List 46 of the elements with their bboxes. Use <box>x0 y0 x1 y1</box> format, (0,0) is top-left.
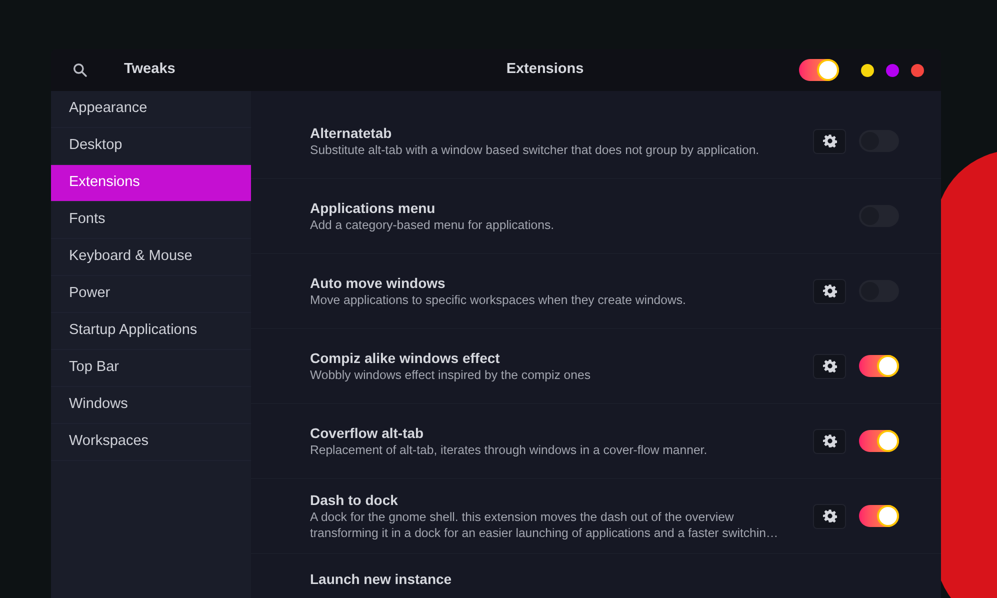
toggle-switch[interactable] <box>859 505 899 527</box>
toggle-knob <box>819 61 837 79</box>
close-button[interactable] <box>911 64 924 76</box>
extension-description: Substitute alt-tab with a window based switcher that does not group by application. <box>310 142 760 158</box>
app-title: Tweaks <box>124 60 176 80</box>
settings-button[interactable] <box>813 354 846 378</box>
toggle-knob <box>879 432 897 450</box>
sidebar-item[interactable]: Keyboard & Mouse <box>51 239 251 276</box>
toggle-switch[interactable] <box>859 355 899 377</box>
sidebar-item[interactable]: Extensions <box>51 165 251 202</box>
extension-title: Launch new instance <box>310 570 453 588</box>
gear-icon <box>822 284 836 298</box>
gear-icon <box>822 509 836 523</box>
extension-title: Dash to dock <box>310 491 399 509</box>
extension-description: Replacement of alt-tab, iterates through windows in a cover-flow manner. <box>310 442 708 458</box>
extension-title: Compiz alike windows effect <box>310 349 501 367</box>
extension-title: Coverflow alt-tab <box>310 424 425 442</box>
settings-button[interactable] <box>813 278 846 304</box>
page-title: Extensions <box>506 60 584 80</box>
sidebar-item[interactable]: Workspaces <box>51 424 251 461</box>
settings-button[interactable] <box>813 428 846 454</box>
sidebar-item[interactable]: Top Bar <box>51 350 251 387</box>
search-icon[interactable] <box>72 62 88 78</box>
extension-description: Wobbly windows effect inspired by the compiz ones <box>310 367 592 383</box>
extension-title: Alternatetab <box>310 124 393 142</box>
sidebar-item[interactable]: Startup Applications <box>51 313 251 350</box>
toggle-knob <box>879 507 897 525</box>
gear-icon <box>822 134 836 148</box>
gear-icon <box>822 434 836 448</box>
extension-description: Move applications to specific workspaces when they create windows. <box>310 292 687 308</box>
toggle-knob <box>879 357 897 375</box>
settings-button[interactable] <box>813 128 846 154</box>
extension-description: A dock for the gnome shell. this extension moves the dash out of the overview transforming it in a dock for an easier launching of applications and a faster switchin… <box>310 509 780 541</box>
sidebar-item[interactable]: Power <box>51 276 251 313</box>
extension-title: Auto move windows <box>310 274 446 292</box>
extension-description: Add a category-based menu for applications. <box>310 217 556 233</box>
extension-title: Applications menu <box>310 199 436 217</box>
minimize-button[interactable] <box>861 64 874 76</box>
maximize-button[interactable] <box>886 64 899 76</box>
sidebar-item[interactable]: Appearance <box>51 91 251 128</box>
toggle-switch[interactable] <box>859 430 899 452</box>
sidebar-item[interactable]: Fonts <box>51 202 251 239</box>
sidebar-item[interactable]: Windows <box>51 387 251 424</box>
settings-button[interactable] <box>813 504 846 528</box>
toggle-switch[interactable] <box>799 59 839 81</box>
gear-icon <box>822 359 836 373</box>
